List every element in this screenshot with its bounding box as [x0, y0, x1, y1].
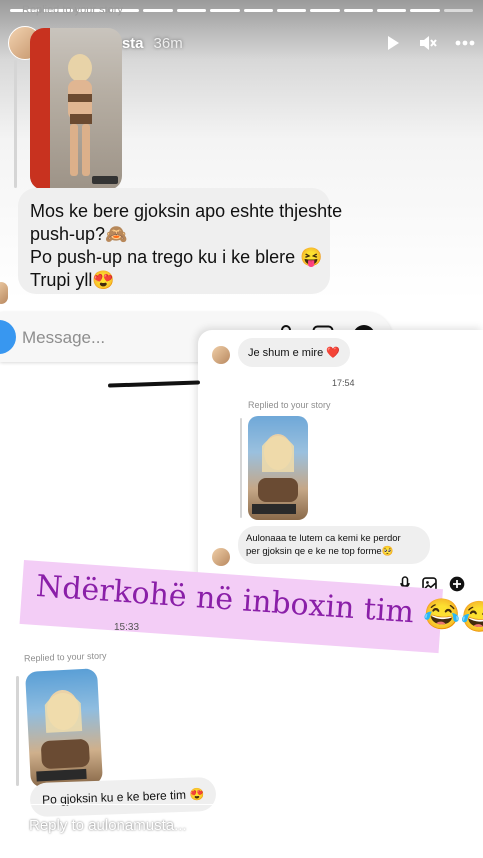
- story-time: 36m: [153, 34, 183, 52]
- progress-segment: [210, 9, 240, 12]
- divider-stroke: [107, 380, 201, 388]
- message-line: Mos ke bere gjoksin apo eshte thjeshte: [30, 201, 343, 221]
- message-line: push-up?🙈: [30, 224, 128, 244]
- progress-segment: [376, 9, 407, 12]
- progress-segment: [276, 9, 307, 12]
- progress-segment: [176, 9, 207, 12]
- message-line: Aulonaaa te lutem ca kemi ke perdor: [246, 533, 401, 544]
- progress-segment: [443, 9, 474, 12]
- play-icon[interactable]: [385, 35, 401, 51]
- story-thumbnail-top[interactable]: [30, 28, 122, 190]
- story-footer: Reply to aulonamusta...: [0, 798, 483, 858]
- message-time: 15:33: [114, 622, 140, 633]
- sender-avatar: [0, 282, 8, 304]
- sender-avatar: [212, 346, 230, 364]
- replied-label: Replied to your story: [248, 400, 331, 410]
- camera-icon[interactable]: [0, 320, 16, 354]
- send-icon[interactable]: [434, 812, 458, 839]
- progress-segment: [410, 9, 440, 12]
- progress-segment: [343, 9, 373, 12]
- progress-segment: [310, 9, 340, 12]
- reply-quote-line: [14, 60, 17, 188]
- replied-label: Replied to your story: [23, 650, 107, 664]
- message-input[interactable]: Message...: [22, 328, 105, 348]
- reply-placeholder: Reply to aulonamusta...: [29, 817, 187, 834]
- overlay-screenshot: Je shum e mire ❤️ 17:54 Replied to your …: [198, 330, 483, 615]
- mute-icon[interactable]: [419, 35, 437, 51]
- reply-quote-line: [16, 676, 19, 786]
- reply-quote-line: [240, 418, 242, 518]
- message-bubble: Je shum e mire ❤️: [238, 338, 350, 367]
- progress-segment: [243, 9, 273, 12]
- sender-avatar: [212, 548, 230, 566]
- message-line: Trupi yll😍: [30, 270, 115, 290]
- add-icon[interactable]: [449, 576, 465, 597]
- message-line: Po push-up na trego ku i ke blere 😝: [30, 247, 323, 267]
- progress-segment: [143, 9, 173, 12]
- message-time: 17:54: [332, 378, 355, 388]
- more-icon[interactable]: [455, 40, 475, 46]
- replied-label-top: Replied to your story: [22, 4, 123, 16]
- story-thumbnail[interactable]: [25, 668, 103, 788]
- story-thumbnail[interactable]: [248, 416, 308, 520]
- message-line: per gjoksin qe e ke ne top forme🥺: [246, 546, 394, 557]
- heart-icon[interactable]: [393, 810, 419, 839]
- message-bubble-top: Mos ke bere gjoksin apo eshte thjeshte p…: [18, 188, 343, 294]
- reply-input[interactable]: Reply to aulonamusta...: [12, 804, 377, 846]
- message-bubble: Aulonaaa te lutem ca kemi ke perdor per …: [238, 526, 430, 564]
- story-viewer: aulonamusta 36m Replied to your story: [0, 0, 483, 858]
